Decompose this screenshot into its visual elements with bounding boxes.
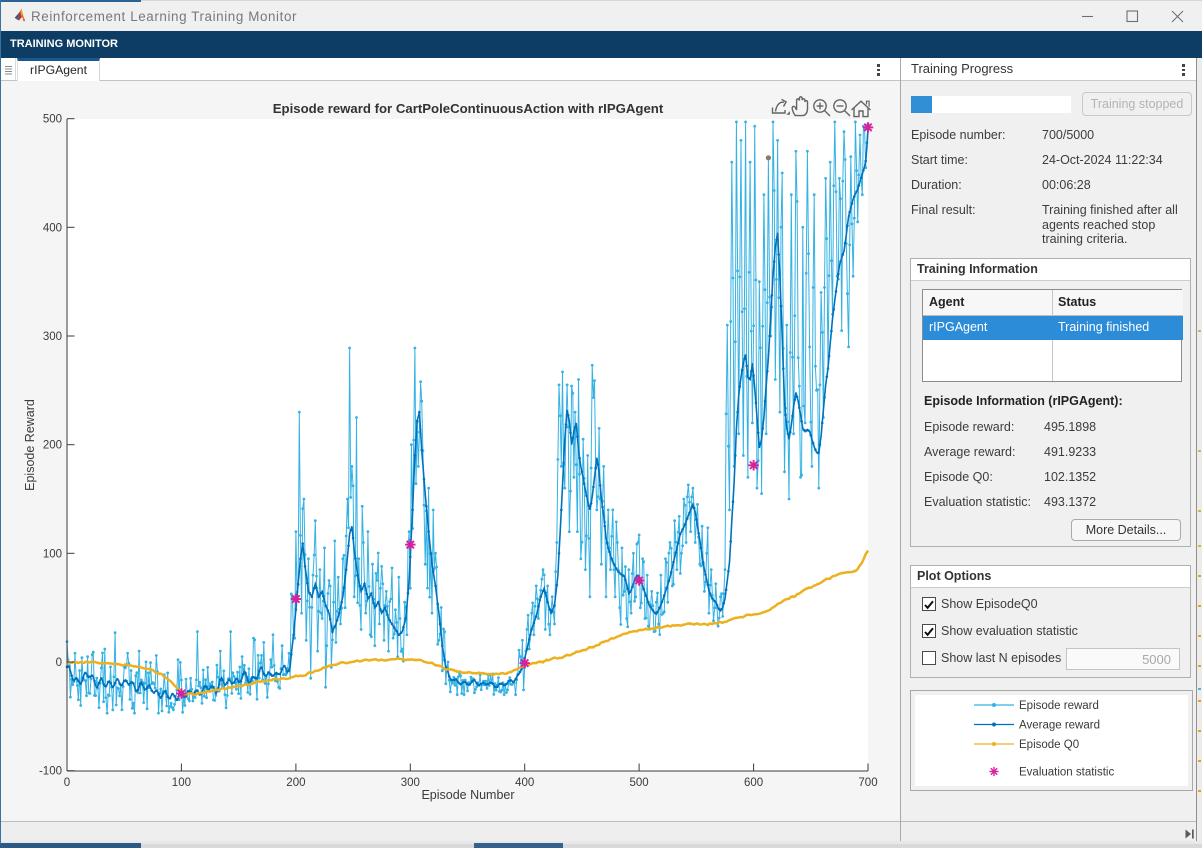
svg-text:Episode Number: Episode Number [421, 788, 514, 802]
svg-text:400: 400 [43, 222, 62, 234]
svg-text:700: 700 [858, 777, 877, 789]
svg-text:100: 100 [172, 777, 191, 789]
svg-text:300: 300 [401, 777, 420, 789]
svg-text:200: 200 [286, 777, 305, 789]
svg-text:100: 100 [43, 548, 62, 560]
svg-text:300: 300 [43, 331, 62, 343]
svg-text:500: 500 [43, 114, 62, 126]
svg-text:0: 0 [64, 777, 70, 789]
svg-text:400: 400 [515, 777, 534, 789]
svg-text:Evaluation statistic: Evaluation statistic [1019, 767, 1114, 779]
svg-text:Average reward: Average reward [1019, 720, 1100, 732]
svg-text:-100: -100 [39, 766, 62, 778]
svg-text:600: 600 [744, 777, 763, 789]
svg-text:Episode Q0: Episode Q0 [1019, 739, 1079, 751]
svg-text:Episode reward for CartPoleCon: Episode reward for CartPoleContinuousAct… [273, 101, 664, 116]
svg-text:500: 500 [630, 777, 649, 789]
svg-text:Episode Reward: Episode Reward [23, 399, 37, 491]
svg-text:200: 200 [43, 440, 62, 452]
svg-text:Episode reward: Episode reward [1019, 700, 1099, 712]
svg-text:0: 0 [56, 657, 62, 669]
